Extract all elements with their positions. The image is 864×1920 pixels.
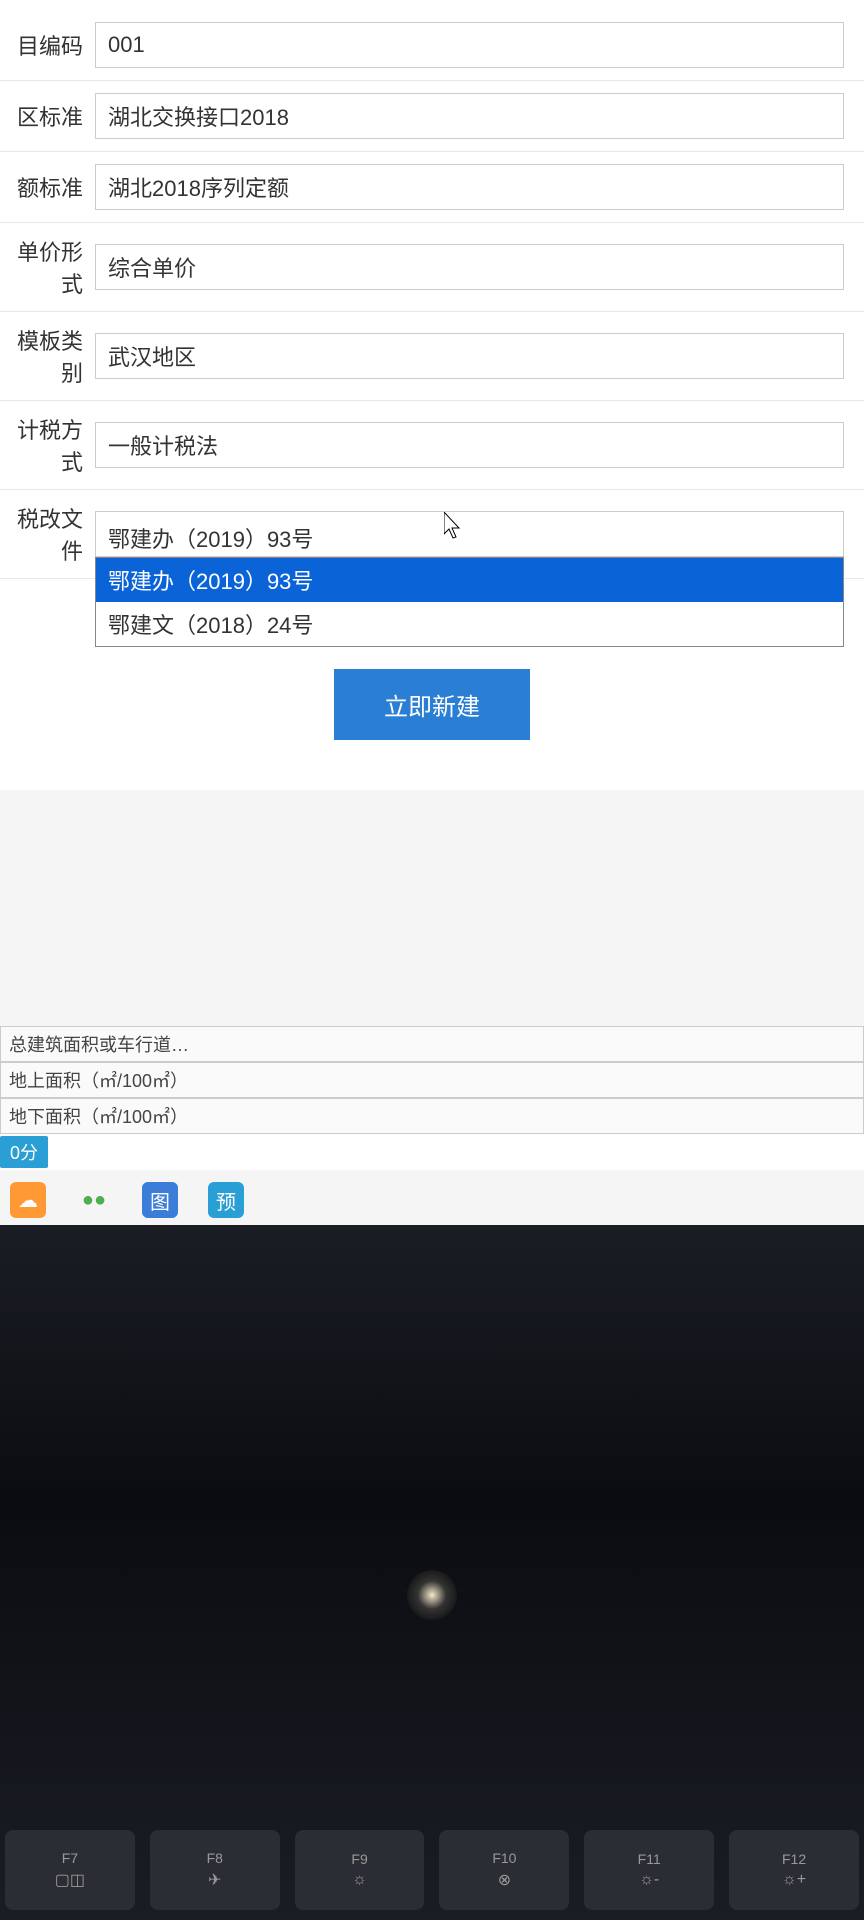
taskbar-wechat-icon[interactable]: ●● [76, 1182, 112, 1218]
webcam-icon [407, 1570, 457, 1620]
info-row-below-ground: 地下面积（㎡/100㎡） [0, 1098, 864, 1134]
form-row-tax-document: 税改文件 鄂建办（2019）93号 鄂建办（2019）93号 鄂建文（2018）… [0, 490, 864, 579]
label-quota-standard: 额标准 [0, 171, 95, 203]
label-project-code: 目编码 [0, 29, 95, 61]
dropdown-tax-document: 鄂建办（2019）93号 鄂建文（2018）24号 [95, 557, 844, 647]
input-region-standard[interactable] [95, 93, 844, 139]
select-tax-document[interactable]: 鄂建办（2019）93号 [95, 511, 844, 557]
form-row-region-standard: 区标准 [0, 81, 864, 152]
label-tax-document: 税改文件 [0, 502, 95, 566]
fn-key-f10: F10⊗ [439, 1830, 569, 1910]
info-row-total-area: 总建筑面积或车行道… [0, 1026, 864, 1062]
fn-key-f9: F9☼ [295, 1830, 425, 1910]
score-badge: 0分 [0, 1136, 48, 1168]
dropdown-option-1[interactable]: 鄂建办（2019）93号 [96, 558, 843, 602]
input-price-form[interactable] [95, 244, 844, 290]
taskbar: ☁ ●● 图 预 [0, 1175, 864, 1225]
form-row-tax-method: 计税方式 [0, 401, 864, 490]
bottom-info-section: 总建筑面积或车行道… 地上面积（㎡/100㎡） 地下面积（㎡/100㎡） 0分 [0, 1026, 864, 1170]
taskbar-app-icon-4[interactable]: 预 [208, 1182, 244, 1218]
input-tax-method[interactable] [95, 422, 844, 468]
laptop-bezel: F7▢◫ F8✈ F9☼ F10⊗ F11☼- F12☼+ [0, 1225, 864, 1920]
taskbar-app-icon-3[interactable]: 图 [142, 1182, 178, 1218]
taskbar-app-icon-1[interactable]: ☁ [10, 1182, 46, 1218]
label-price-form: 单价形式 [0, 235, 95, 299]
label-tax-method: 计税方式 [0, 413, 95, 477]
function-keys-row: F7▢◫ F8✈ F9☼ F10⊗ F11☼- F12☼+ [0, 1830, 864, 1910]
form-row-price-form: 单价形式 [0, 223, 864, 312]
fn-key-f7: F7▢◫ [5, 1830, 135, 1910]
info-row-above-ground: 地上面积（㎡/100㎡） [0, 1062, 864, 1098]
form-row-quota-standard: 额标准 [0, 152, 864, 223]
fn-key-f11: F11☼- [584, 1830, 714, 1910]
label-region-standard: 区标准 [0, 100, 95, 132]
input-project-code[interactable] [95, 22, 844, 68]
input-quota-standard[interactable] [95, 164, 844, 210]
score-row: 0分 [0, 1134, 864, 1170]
select-wrapper-tax-document: 鄂建办（2019）93号 鄂建办（2019）93号 鄂建文（2018）24号 [95, 511, 844, 557]
input-template-category[interactable] [95, 333, 844, 379]
form-row-project-code: 目编码 [0, 10, 864, 81]
form-container: 目编码 区标准 额标准 单价形式 模板类别 计税方式 税改文件 鄂建办（2019… [0, 0, 864, 790]
form-row-template-category: 模板类别 [0, 312, 864, 401]
fn-key-f8: F8✈ [150, 1830, 280, 1910]
dropdown-option-2[interactable]: 鄂建文（2018）24号 [96, 602, 843, 646]
fn-key-f12: F12☼+ [729, 1830, 859, 1910]
create-button[interactable]: 立即新建 [334, 669, 530, 740]
label-template-category: 模板类别 [0, 324, 95, 388]
